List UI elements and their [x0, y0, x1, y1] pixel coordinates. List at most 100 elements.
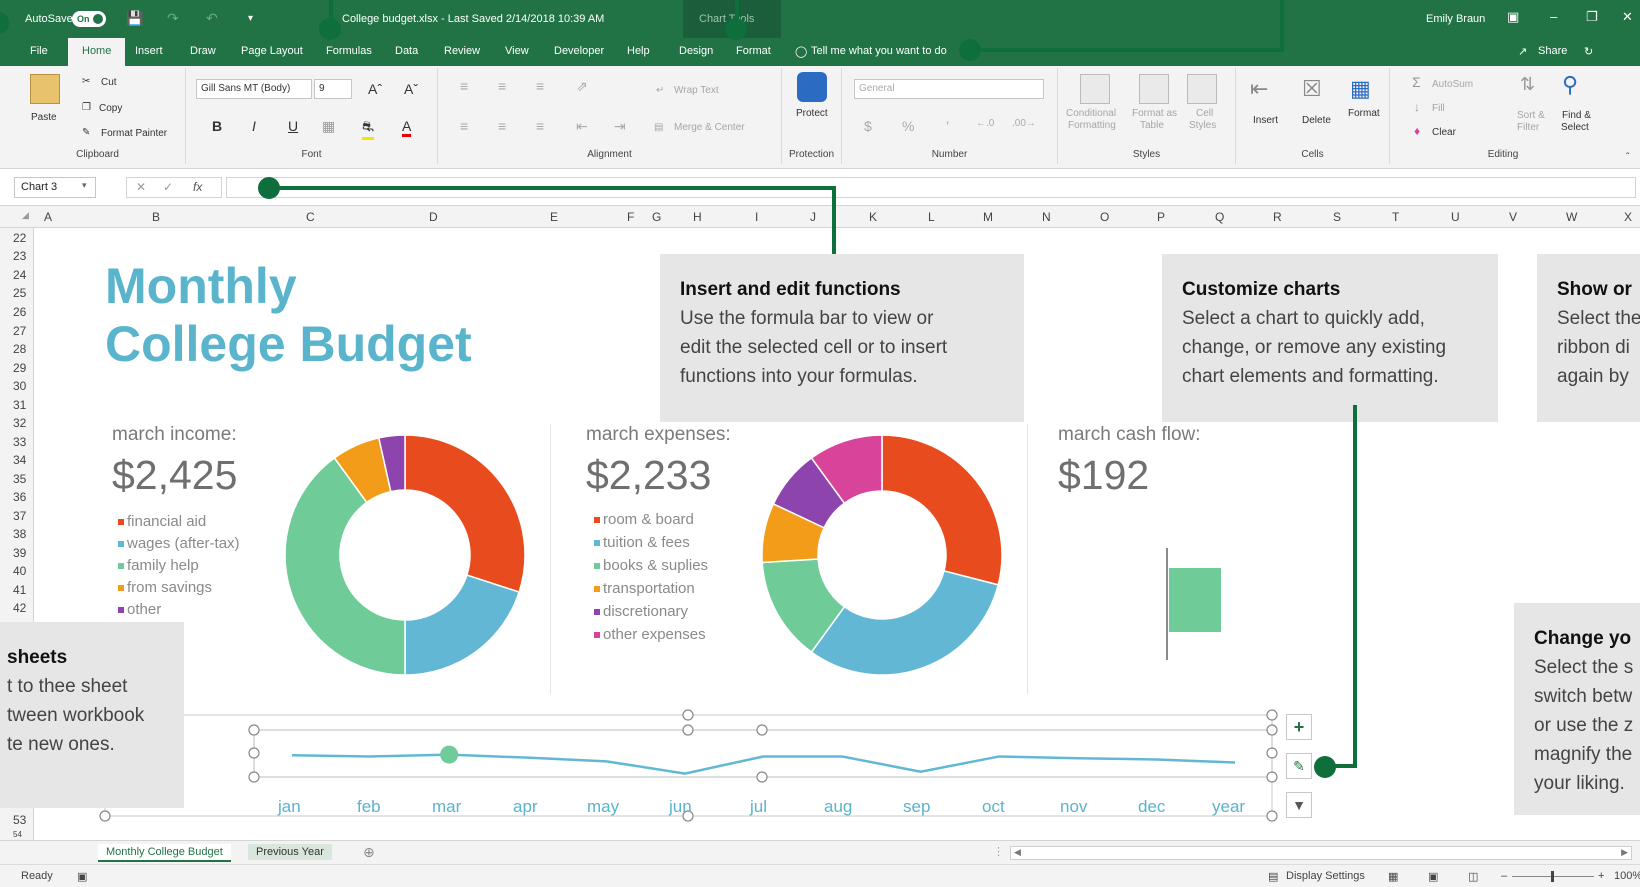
find-select-button-line2[interactable]: Select — [1561, 122, 1589, 133]
column-header[interactable]: Q — [1215, 210, 1224, 224]
tab-page-layout[interactable]: Page Layout — [241, 45, 303, 57]
align-center-icon[interactable]: ≡ — [498, 118, 506, 134]
grow-font-icon[interactable]: Aˆ — [368, 81, 382, 97]
normal-view-icon[interactable]: ▦ — [1388, 870, 1398, 883]
hotspot-marker[interactable] — [725, 18, 747, 40]
column-header[interactable]: G — [652, 210, 661, 224]
row-header[interactable]: 38 — [13, 527, 26, 541]
share-icon[interactable]: ↗ — [1518, 45, 1527, 58]
wrap-text-button[interactable]: Wrap Text — [674, 85, 719, 96]
tab-split-icon[interactable]: ⋮ — [993, 845, 1004, 858]
merge-center-button[interactable]: Merge & Center — [674, 122, 745, 133]
shrink-font-icon[interactable]: Aˇ — [404, 81, 418, 97]
tab-review[interactable]: Review — [444, 45, 480, 57]
format-painter-button[interactable]: Format Painter — [101, 128, 167, 139]
bold-icon[interactable]: B — [212, 118, 222, 134]
row-header[interactable]: 54 — [13, 830, 22, 839]
align-top-icon[interactable]: ≡ — [460, 78, 468, 94]
protect-icon[interactable] — [797, 72, 827, 102]
increase-decimal-icon[interactable]: ←.0 — [976, 118, 994, 129]
document-title[interactable]: College budget.xlsx - Last Saved 2/14/20… — [342, 13, 604, 25]
tab-draw[interactable]: Draw — [190, 45, 216, 57]
row-header[interactable]: 42 — [13, 601, 26, 615]
chart-filters-icon[interactable]: ▼ — [1286, 792, 1312, 818]
format-cells-icon[interactable]: ▦ — [1350, 76, 1371, 102]
restore-icon[interactable]: ❐ — [1586, 9, 1598, 25]
cut-button[interactable]: Cut — [101, 77, 117, 88]
user-name[interactable]: Emily Braun — [1426, 13, 1485, 25]
delete-cells-icon[interactable]: ☒ — [1302, 76, 1322, 102]
column-header[interactable]: P — [1157, 210, 1165, 224]
conditional-formatting-icon[interactable] — [1080, 74, 1110, 104]
name-box-dropdown-icon[interactable]: ▾ — [82, 180, 87, 191]
sort-filter-button[interactable]: Sort & — [1517, 110, 1545, 121]
scroll-right-icon[interactable]: ▶ — [1621, 847, 1628, 858]
row-header[interactable]: 53 — [13, 813, 26, 827]
row-header[interactable]: 33 — [13, 435, 26, 449]
conditional-formatting-button[interactable]: Conditional — [1066, 108, 1116, 119]
format-painter-icon[interactable]: ✎ — [82, 127, 90, 138]
cancel-icon[interactable]: ✕ — [136, 180, 146, 194]
orientation-icon[interactable]: ⇗ — [576, 78, 588, 95]
row-header[interactable]: 30 — [13, 379, 26, 393]
row-header[interactable]: 36 — [13, 490, 26, 504]
autosum-button[interactable]: AutoSum — [1432, 79, 1473, 90]
tab-data[interactable]: Data — [395, 45, 418, 57]
row-header[interactable]: 31 — [13, 398, 26, 412]
row-header[interactable]: 23 — [13, 249, 26, 263]
row-header[interactable]: 32 — [13, 416, 26, 430]
tell-me-box[interactable]: Tell me what you want to do — [811, 45, 947, 57]
column-header[interactable]: N — [1042, 210, 1051, 224]
clear-button[interactable]: Clear — [1432, 127, 1456, 138]
minimize-icon[interactable]: – — [1550, 9, 1557, 24]
zoom-out-icon[interactable]: – — [1501, 870, 1507, 882]
format-as-table-button-line2[interactable]: Table — [1140, 120, 1164, 131]
borders-icon[interactable]: ▦ — [322, 118, 335, 135]
decrease-decimal-icon[interactable]: .00→ — [1012, 118, 1036, 129]
merge-center-icon[interactable]: ▤ — [654, 122, 663, 133]
align-left-icon[interactable]: ≡ — [460, 118, 468, 134]
fill-color-icon[interactable]: ⛐ — [362, 118, 375, 140]
add-sheet-icon[interactable]: ⊕ — [363, 844, 375, 861]
page-break-view-icon[interactable]: ◫ — [1468, 870, 1478, 883]
find-select-button[interactable]: Find & — [1562, 110, 1591, 121]
column-header[interactable]: V — [1509, 210, 1517, 224]
tab-design[interactable]: Design — [679, 45, 713, 57]
display-settings-icon[interactable]: ▤ — [1268, 870, 1278, 883]
protect-button[interactable]: Protect — [796, 108, 828, 119]
find-select-icon[interactable]: ⚲ — [1562, 72, 1578, 98]
row-header[interactable]: 35 — [13, 472, 26, 486]
decrease-indent-icon[interactable]: ⇤ — [576, 118, 588, 135]
align-middle-icon[interactable]: ≡ — [498, 78, 506, 94]
currency-icon[interactable]: $ — [864, 118, 872, 134]
collapse-ribbon-icon[interactable]: ˆ — [1626, 152, 1629, 163]
column-header[interactable]: D — [429, 210, 438, 224]
insert-function-icon[interactable]: fx — [193, 180, 202, 194]
column-header[interactable]: X — [1624, 210, 1632, 224]
display-settings-button[interactable]: Display Settings — [1286, 870, 1365, 882]
close-icon[interactable]: ✕ — [1622, 9, 1633, 25]
row-header[interactable]: 41 — [13, 583, 26, 597]
zoom-level[interactable]: 100% — [1614, 870, 1640, 882]
tab-help[interactable]: Help — [627, 45, 650, 57]
conditional-formatting-button-line2[interactable]: Formatting — [1068, 120, 1116, 131]
hotspot-marker[interactable] — [319, 18, 341, 40]
scroll-left-icon[interactable]: ◀ — [1014, 847, 1021, 858]
cell-styles-button[interactable]: Cell — [1196, 108, 1213, 119]
column-header[interactable]: H — [693, 210, 702, 224]
tab-formulas[interactable]: Formulas — [326, 45, 372, 57]
row-header[interactable]: 34 — [13, 453, 26, 467]
save-icon[interactable]: 💾 — [126, 10, 143, 27]
paste-button[interactable]: Paste — [31, 112, 57, 123]
fill-button[interactable]: Fill — [1432, 103, 1445, 114]
column-header[interactable]: W — [1566, 210, 1577, 224]
column-header[interactable]: E — [550, 210, 558, 224]
row-header[interactable]: 29 — [13, 361, 26, 375]
column-header[interactable]: S — [1333, 210, 1341, 224]
cut-icon[interactable]: ✂ — [82, 76, 90, 87]
increase-indent-icon[interactable]: ⇥ — [614, 118, 626, 135]
insert-cells-button[interactable]: Insert — [1253, 115, 1278, 126]
cell-styles-icon[interactable] — [1187, 74, 1217, 104]
macro-recording-icon[interactable]: ▣ — [77, 870, 87, 883]
align-right-icon[interactable]: ≡ — [536, 118, 544, 134]
